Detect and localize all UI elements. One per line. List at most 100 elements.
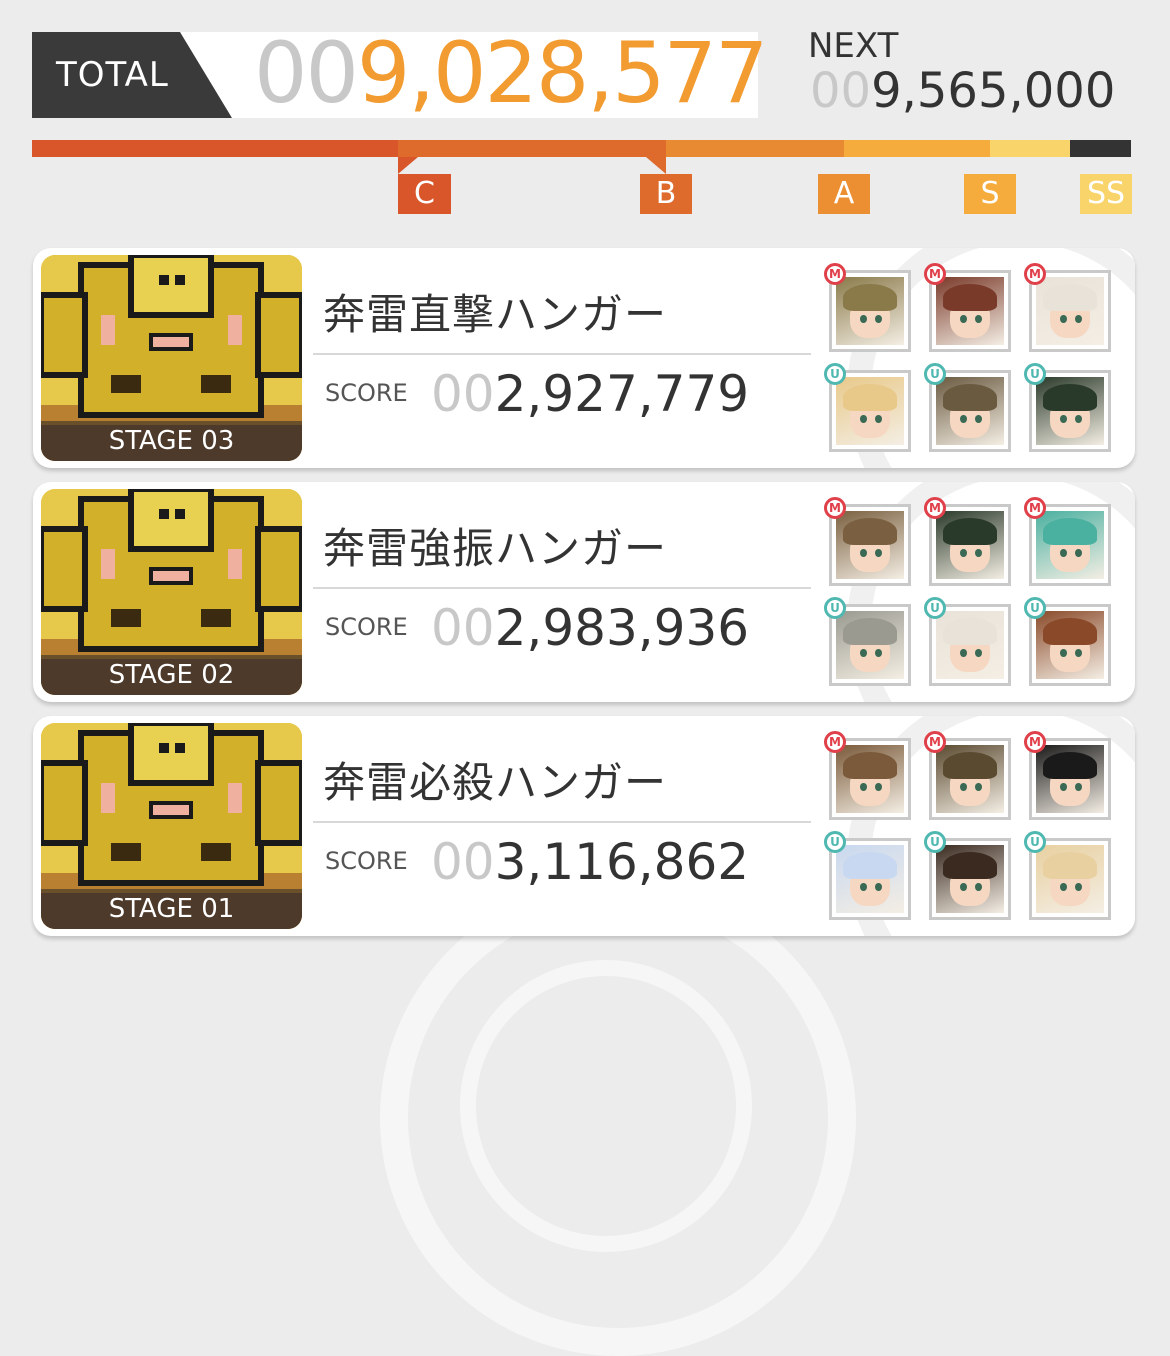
stage-score: 002,927,779 [431,364,749,424]
rank-tick-c [398,157,418,174]
unit-slot-badge-icon: U [824,831,846,853]
stage-score: 002,983,936 [431,598,749,658]
unit-slot-badge-icon: U [924,831,946,853]
team-member-portrait[interactable]: M [924,731,1011,820]
team-member-portrait[interactable]: M [1024,263,1111,352]
stage-label: STAGE 02 [41,655,302,695]
team-member-portrait[interactable]: U [1024,831,1111,920]
stage-card-3[interactable]: STAGE 01 奔雷必殺ハンガー SCORE 003,116,862 M M M U… [33,716,1135,936]
background-ring-decoration [460,960,752,1252]
rank-tag-c: C [398,174,451,214]
stage-score-value: 3,116,862 [494,833,750,891]
character-portrait-icon [936,611,1004,679]
stage-score-padding: 00 [431,599,495,657]
team-member-portrait[interactable]: M [924,263,1011,352]
main-slot-badge-icon: M [1024,731,1046,753]
main-slot-badge-icon: M [824,731,846,753]
rank-tag-b: B [640,174,692,214]
main-slot-badge-icon: M [924,731,946,753]
character-portrait-icon [836,511,904,579]
rank-tag-a: A [818,174,870,214]
main-slot-badge-icon: M [824,497,846,519]
rank-bar-segment-a [666,140,844,157]
unit-slot-badge-icon: U [824,597,846,619]
team-member-portrait[interactable]: U [824,363,911,452]
team-members: M M M U U U [824,263,1125,462]
unit-slot-badge-icon: U [1024,831,1046,853]
score-label: SCORE [325,847,408,875]
team-member-portrait[interactable]: U [924,363,1011,452]
unit-slot-badge-icon: U [1024,363,1046,385]
character-portrait-icon [836,745,904,813]
score-label: SCORE [325,613,408,641]
rank-tag-s: S [964,174,1016,214]
rank-bar-segment-ss [990,140,1070,157]
stage-label: STAGE 03 [41,421,302,461]
main-slot-badge-icon: M [1024,497,1046,519]
character-portrait-icon [1036,611,1104,679]
team-member-portrait[interactable]: U [824,597,911,686]
song-title: 奔雷直撃ハンガー [323,290,668,339]
song-title: 奔雷必殺ハンガー [323,758,668,807]
divider [313,821,811,823]
character-portrait-icon [836,377,904,445]
total-score: 009,028,577 [254,24,769,122]
team-member-portrait[interactable]: U [924,831,1011,920]
character-portrait-icon [836,611,904,679]
character-portrait-icon [936,745,1004,813]
team-member-portrait[interactable]: M [924,497,1011,586]
stage-score-padding: 00 [431,365,495,423]
unit-slot-badge-icon: U [1024,597,1046,619]
next-score-padding: 00 [810,63,872,119]
character-portrait-icon [836,277,904,345]
next-label: NEXT [808,26,899,66]
character-portrait-icon [936,511,1004,579]
team-member-portrait[interactable]: U [1024,363,1111,452]
character-portrait-icon [1036,377,1104,445]
unit-slot-badge-icon: U [824,363,846,385]
stage-score-value: 2,983,936 [494,599,750,657]
team-member-portrait[interactable]: U [1024,597,1111,686]
main-slot-badge-icon: M [824,263,846,285]
character-portrait-icon [936,377,1004,445]
main-slot-badge-icon: M [924,263,946,285]
boss-thumbnail: STAGE 03 [41,255,302,461]
main-slot-badge-icon: M [924,497,946,519]
main-slot-badge-icon: M [1024,263,1046,285]
boss-thumbnail: STAGE 02 [41,489,302,695]
rank-bar-segment-max [1070,140,1131,157]
rank-bar-segment-b [398,140,666,157]
rank-bar-segment-s [844,140,990,157]
divider [313,587,811,589]
stage-score-padding: 00 [431,833,495,891]
team-member-portrait[interactable]: U [824,831,911,920]
character-portrait-icon [936,845,1004,913]
rank-bar-segment-c [32,140,398,157]
rank-tag-ss: SS [1080,174,1132,214]
unit-slot-badge-icon: U [924,597,946,619]
character-portrait-icon [836,845,904,913]
team-member-portrait[interactable]: M [824,497,911,586]
total-score-value: 9,028,577 [356,24,769,122]
divider [313,353,811,355]
team-member-portrait[interactable]: M [824,263,911,352]
team-member-portrait[interactable]: M [1024,497,1111,586]
character-portrait-icon [1036,845,1104,913]
stage-score: 003,116,862 [431,832,749,892]
team-member-portrait[interactable]: M [1024,731,1111,820]
boss-thumbnail: STAGE 01 [41,723,302,929]
team-members: M M M U U U [824,731,1125,930]
team-member-portrait[interactable]: M [824,731,911,820]
total-score-padding: 00 [254,24,359,122]
stage-score-value: 2,927,779 [494,365,750,423]
team-member-portrait[interactable]: U [924,597,1011,686]
stage-card-2[interactable]: STAGE 02 奔雷強振ハンガー SCORE 002,983,936 M M M U… [33,482,1135,702]
team-members: M M M U U U [824,497,1125,696]
next-score-value: 9,565,000 [871,63,1116,119]
character-portrait-icon [1036,277,1104,345]
next-score: 009,565,000 [810,64,1115,118]
stage-label: STAGE 01 [41,889,302,929]
song-title: 奔雷強振ハンガー [323,524,668,573]
stage-card-1[interactable]: STAGE 03 奔雷直撃ハンガー SCORE 002,927,779 M M M U… [33,248,1135,468]
character-portrait-icon [1036,511,1104,579]
